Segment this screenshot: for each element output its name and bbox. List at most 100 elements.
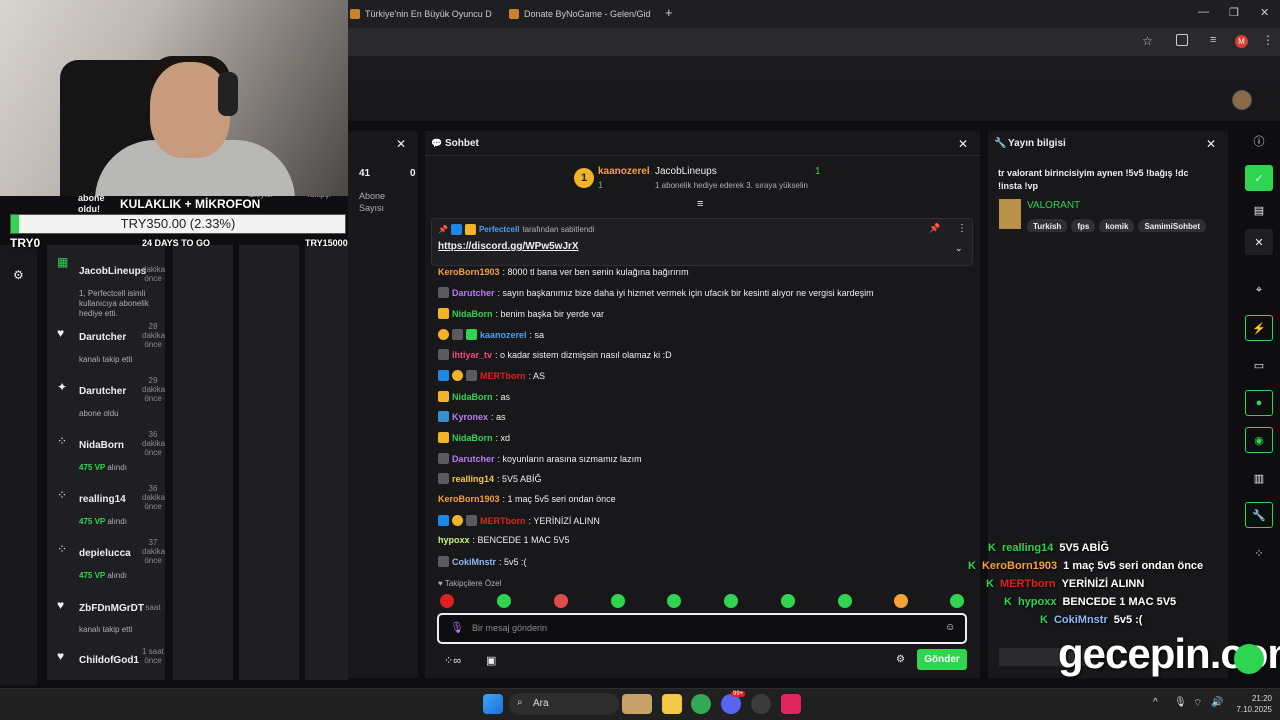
- printer-icon[interactable]: ▥: [1245, 465, 1273, 491]
- settings-gear-icon[interactable]: ⚙: [896, 654, 905, 665]
- feed-item[interactable]: ⁘ NidaBorn 36 dakika önce 475 VP alındı: [47, 427, 165, 477]
- chat-username[interactable]: KeroBorn1903: [438, 494, 500, 504]
- emote-icon[interactable]: [950, 594, 964, 608]
- feed-item[interactable]: ⁘ realling14 36 dakika önce 475 VP alınd…: [47, 481, 165, 531]
- more-options-icon[interactable]: ⋮: [957, 223, 967, 234]
- send-button[interactable]: Gönder: [917, 649, 967, 670]
- emote-icon[interactable]: [724, 594, 738, 608]
- extensions-icon[interactable]: [1176, 34, 1188, 46]
- chat-username[interactable]: kaanozerel: [480, 330, 527, 340]
- minimize-icon[interactable]: —: [1198, 6, 1209, 18]
- profile-avatar[interactable]: M: [1235, 35, 1248, 48]
- check-icon[interactable]: ✓: [1245, 165, 1273, 191]
- media-icon[interactable]: ≡: [1210, 34, 1216, 46]
- emote-icon[interactable]: [667, 594, 681, 608]
- close-icon[interactable]: ✕: [958, 137, 968, 151]
- vp-amount: 475 VP: [79, 571, 106, 580]
- overlay-username: realling14: [1001, 542, 1054, 554]
- notes-icon[interactable]: ▭: [1245, 352, 1273, 378]
- chat-username[interactable]: Darutcher: [452, 454, 495, 464]
- browser-tab-2[interactable]: Donate ByNoGame - Gelen/Gid ✕: [509, 4, 654, 24]
- chat-username[interactable]: MERTborn: [480, 516, 526, 526]
- settings-gear-icon[interactable]: ⚙: [13, 268, 24, 282]
- feed-item[interactable]: ⁘ depielucca 37 dakika önce 475 VP alınd…: [47, 535, 165, 585]
- broadcast-icon[interactable]: ◉: [1245, 427, 1273, 453]
- wifi-icon[interactable]: ⌔: [1193, 697, 1202, 710]
- mic-icon[interactable]: 🎙: [450, 621, 464, 634]
- chevron-down-icon[interactable]: ⌄: [955, 243, 963, 254]
- chat-username[interactable]: NidaBorn: [452, 433, 493, 443]
- chat-username[interactable]: CokiMnstr: [452, 557, 496, 567]
- new-tab-button[interactable]: +: [665, 5, 673, 20]
- pinned-link[interactable]: https://discord.gg/WPw5wJrX: [438, 241, 579, 252]
- obs-icon[interactable]: [751, 694, 771, 714]
- emote-icon[interactable]: [440, 594, 454, 608]
- mic-icon[interactable]: 🎙: [1174, 697, 1187, 708]
- chat-username[interactable]: NidaBorn: [452, 392, 493, 402]
- browser-tab-1[interactable]: Türkiye'nin En Büyük Oyuncu D ✕: [350, 4, 495, 24]
- game-name[interactable]: VALORANT: [1027, 200, 1080, 211]
- chevron-up-icon[interactable]: ^: [1153, 697, 1158, 708]
- tag[interactable]: komik: [1099, 219, 1135, 232]
- info-icon[interactable]: ⓘ: [1245, 128, 1273, 154]
- file-explorer-icon[interactable]: [662, 694, 682, 714]
- close-icon[interactable]: ✕: [396, 137, 406, 151]
- clock[interactable]: 21:20 7.10.2025: [1236, 693, 1272, 715]
- layout-icon[interactable]: ▤: [1245, 197, 1273, 223]
- app-icon[interactable]: [781, 694, 801, 714]
- points-icon[interactable]: ⁘: [1245, 540, 1273, 566]
- store-icon[interactable]: ▣: [486, 654, 496, 667]
- bookmark-star-icon[interactable]: ☆: [1142, 34, 1153, 48]
- close-window-icon[interactable]: ✕: [1260, 6, 1269, 19]
- chat-message: realling14: 5V5 ABİĞ: [438, 473, 542, 484]
- chat-username[interactable]: ihtiyar_tv: [452, 350, 492, 360]
- unpin-icon[interactable]: 📌: [929, 223, 940, 234]
- emote-icon[interactable]: [781, 594, 795, 608]
- close-icon[interactable]: ✕: [1245, 229, 1273, 255]
- feed-item[interactable]: ♥ Darutcher 28 dakika önce kanalı takip …: [47, 319, 165, 369]
- chrome-icon[interactable]: [691, 694, 711, 714]
- feed-time: 29 dakika önce: [142, 376, 166, 403]
- chat-username[interactable]: realling14: [452, 474, 494, 484]
- wrench-icon[interactable]: 🔧: [1245, 502, 1273, 528]
- chat-bubble-icon[interactable]: ●: [1245, 390, 1273, 416]
- chat-username[interactable]: MERTborn: [480, 371, 526, 381]
- close-icon[interactable]: ✕: [1206, 137, 1216, 151]
- points-icon: ⁘: [57, 542, 68, 556]
- focus-icon[interactable]: ⌖: [1245, 277, 1273, 303]
- overlay-text: YERİNİZİ ALINN: [1061, 578, 1145, 590]
- discord-icon[interactable]: [721, 694, 741, 714]
- feed-item[interactable]: ♥ ChildofGod1 1 saat önce: [47, 645, 165, 680]
- emote-icon[interactable]: [554, 594, 568, 608]
- tag[interactable]: SamimiSohbet: [1138, 219, 1207, 232]
- feed-item[interactable]: ✦ Darutcher 29 dakika önce abone oldu: [47, 373, 165, 423]
- emote-icon[interactable]: [497, 594, 511, 608]
- filter-icon[interactable]: ≡: [697, 198, 703, 210]
- emote-icon[interactable]: [838, 594, 852, 608]
- emote-icon[interactable]: [611, 594, 625, 608]
- game-cover-image[interactable]: [999, 199, 1021, 229]
- menu-dots-icon[interactable]: ⋮: [1262, 33, 1274, 47]
- chat-username[interactable]: hypoxx: [438, 535, 470, 545]
- feed-item[interactable]: ▦ JacobLineups dakika önce 1, Perfectcel…: [47, 253, 165, 318]
- tag[interactable]: Turkish: [1027, 219, 1068, 232]
- chat-text: : AS: [528, 370, 546, 381]
- bolt-icon[interactable]: ⚡: [1245, 315, 1273, 341]
- chat-username[interactable]: Darutcher: [452, 288, 495, 298]
- start-icon[interactable]: [483, 694, 503, 714]
- emote-icon[interactable]: [894, 594, 908, 608]
- feed-item[interactable]: ♥ ZbFDnMGrDT saat kanalı takip etti: [47, 593, 165, 638]
- chat-username[interactable]: KeroBorn1903: [438, 267, 500, 277]
- widgets-icon[interactable]: [622, 694, 652, 714]
- crown-badge-icon: [438, 308, 449, 319]
- user-avatar[interactable]: [1232, 90, 1252, 110]
- maximize-icon[interactable]: ❐: [1229, 6, 1239, 19]
- emoji-icon[interactable]: ☺: [945, 622, 955, 633]
- volume-icon[interactable]: 🔊: [1211, 697, 1223, 708]
- tag[interactable]: fps: [1071, 219, 1096, 232]
- feed-time: 36 dakika önce: [142, 430, 166, 457]
- chat-username[interactable]: NidaBorn: [452, 309, 493, 319]
- search-box[interactable]: [509, 693, 619, 715]
- points-icon[interactable]: ⁘∞: [444, 654, 461, 667]
- chat-username[interactable]: Kyronex: [452, 412, 488, 422]
